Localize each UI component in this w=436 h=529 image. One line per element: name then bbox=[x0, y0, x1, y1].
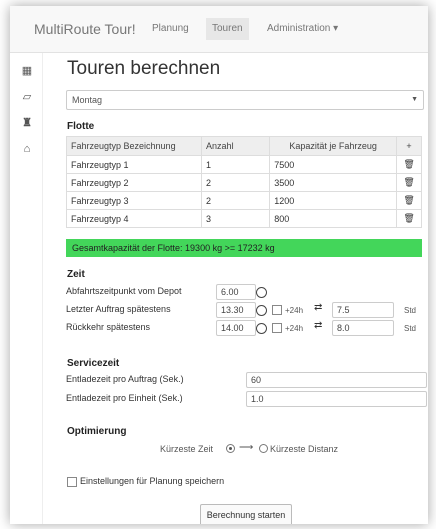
entladezeit-auftrag-label: Entladezeit pro Auftrag (Sek.) bbox=[66, 374, 184, 384]
vehicle-count-cell[interactable]: 2 bbox=[201, 191, 271, 210]
sidebar: ▦ ▱ ♜ ⌂ bbox=[10, 53, 43, 524]
clock-icon[interactable] bbox=[256, 287, 267, 298]
save-settings-label: Einstellungen für Planung speichern bbox=[80, 476, 225, 486]
rueckkehr-hours-input[interactable]: 8.0 bbox=[332, 320, 394, 336]
home-icon[interactable]: ⌂ bbox=[21, 143, 33, 155]
vehicle-type-cell[interactable]: Fahrzeugtyp 4 bbox=[65, 209, 203, 228]
plus24h-label: +24h bbox=[285, 324, 304, 333]
optimierung-heading: Optimierung bbox=[67, 426, 127, 437]
app-window: MultiRoute Tour! Planung Touren Administ… bbox=[10, 6, 428, 524]
save-settings-checkbox[interactable] bbox=[67, 477, 77, 487]
trash-icon[interactable]: 🗑 bbox=[396, 209, 422, 228]
radio-kuerzeste-distanz[interactable] bbox=[259, 444, 268, 453]
vehicle-capacity-cell[interactable]: 1200 bbox=[269, 191, 398, 210]
option-kuerzeste-zeit-label: Kürzeste Zeit bbox=[160, 444, 214, 454]
day-select-value: Montag bbox=[72, 95, 103, 105]
vehicle-capacity-cell[interactable]: 3500 bbox=[269, 173, 398, 192]
rueckkehr-time-input[interactable]: 14.00 bbox=[216, 320, 256, 336]
rueckkehr-label: Rückkehr spätestens bbox=[66, 322, 151, 332]
add-row-button[interactable]: + bbox=[396, 136, 422, 156]
entladezeit-auftrag-input[interactable]: 60 bbox=[246, 372, 427, 388]
chevron-down-icon: ▼ bbox=[411, 96, 418, 103]
trash-icon[interactable]: 🗑 bbox=[396, 155, 422, 174]
fleet-table: Fahrzeugtyp Bezeichnung Anzahl Kapazität… bbox=[65, 136, 422, 228]
col-header-count: Anzahl bbox=[201, 136, 271, 156]
vehicle-type-cell[interactable]: Fahrzeugtyp 3 bbox=[65, 191, 203, 210]
table-row: Fahrzeugtyp 3 2 1200 🗑 bbox=[65, 191, 422, 210]
flotte-heading: Flotte bbox=[67, 121, 95, 132]
vehicle-type-cell[interactable]: Fahrzeugtyp 2 bbox=[65, 173, 203, 192]
abfahrt-time-input[interactable]: 6.00 bbox=[216, 284, 256, 300]
capacity-summary-text: Gesamtkapazität der Flotte: 19300 kg >= … bbox=[72, 243, 275, 253]
letzter-auftrag-hours-input[interactable]: 7.5 bbox=[332, 302, 394, 318]
folder-open-icon[interactable]: ▱ bbox=[21, 91, 33, 103]
clock-icon[interactable] bbox=[256, 323, 267, 334]
zeit-heading: Zeit bbox=[67, 269, 85, 280]
swap-arrows-icon: ⇄ bbox=[314, 320, 323, 331]
table-row: Fahrzeugtyp 4 3 800 🗑 bbox=[65, 209, 422, 228]
top-navbar: MultiRoute Tour! Planung Touren Administ… bbox=[10, 6, 428, 53]
nav-touren[interactable]: Touren bbox=[206, 18, 249, 40]
vehicle-count-cell[interactable]: 2 bbox=[201, 173, 271, 192]
capacity-summary-bar: Gesamtkapazität der Flotte: 19300 kg >= … bbox=[66, 239, 422, 257]
table-row: Fahrzeugtyp 1 1 7500 🗑 bbox=[65, 155, 422, 174]
entladezeit-einheit-input[interactable]: 1.0 bbox=[246, 391, 427, 407]
letzter-auftrag-label: Letzter Auftrag spätestens bbox=[66, 304, 171, 314]
option-kuerzeste-distanz-label: Kürzeste Distanz bbox=[270, 444, 339, 454]
vehicle-count-cell[interactable]: 3 bbox=[201, 209, 271, 228]
page-title: Touren berechnen bbox=[67, 58, 221, 79]
plus24h-checkbox[interactable] bbox=[272, 305, 282, 315]
day-select[interactable]: Montag ▼ bbox=[66, 90, 424, 110]
letzter-auftrag-time-input[interactable]: 13.30 bbox=[216, 302, 256, 318]
vehicle-count-cell[interactable]: 1 bbox=[201, 155, 271, 174]
col-header-capacity: Kapazität je Fahrzeug bbox=[269, 136, 398, 156]
hours-unit-label: Std bbox=[404, 306, 417, 315]
servicezeit-heading: Servicezeit bbox=[67, 358, 120, 369]
plus24h-checkbox[interactable] bbox=[272, 323, 282, 333]
hours-unit-label: Std bbox=[404, 324, 417, 333]
nav-administration[interactable]: Administration ▾ bbox=[267, 23, 338, 34]
brand-logo[interactable]: MultiRoute Tour! bbox=[34, 21, 136, 37]
binoculars-icon[interactable]: ♜ bbox=[21, 117, 33, 129]
trash-icon[interactable]: 🗑 bbox=[396, 191, 422, 210]
abfahrt-label: Abfahrtszeitpunkt vom Depot bbox=[66, 286, 182, 296]
trash-icon[interactable]: 🗑 bbox=[396, 173, 422, 192]
vehicle-capacity-cell[interactable]: 7500 bbox=[269, 155, 398, 174]
radio-kuerzeste-zeit[interactable] bbox=[226, 444, 235, 453]
entladezeit-einheit-label: Entladezeit pro Einheit (Sek.) bbox=[66, 393, 183, 403]
calculator-icon[interactable]: ▦ bbox=[21, 65, 33, 77]
arrow-right-icon: ⟶ bbox=[239, 442, 254, 453]
table-row: Fahrzeugtyp 2 2 3500 🗑 bbox=[65, 173, 422, 192]
col-header-type: Fahrzeugtyp Bezeichnung bbox=[65, 136, 203, 156]
start-calculation-button[interactable]: Berechnung starten bbox=[200, 504, 292, 524]
swap-arrows-icon: ⇄ bbox=[314, 302, 323, 313]
plus24h-label: +24h bbox=[285, 306, 304, 315]
nav-planung[interactable]: Planung bbox=[152, 23, 189, 34]
vehicle-type-cell[interactable]: Fahrzeugtyp 1 bbox=[65, 155, 203, 174]
vehicle-capacity-cell[interactable]: 800 bbox=[269, 209, 398, 228]
table-header-row: Fahrzeugtyp Bezeichnung Anzahl Kapazität… bbox=[65, 136, 422, 156]
clock-icon[interactable] bbox=[256, 305, 267, 316]
